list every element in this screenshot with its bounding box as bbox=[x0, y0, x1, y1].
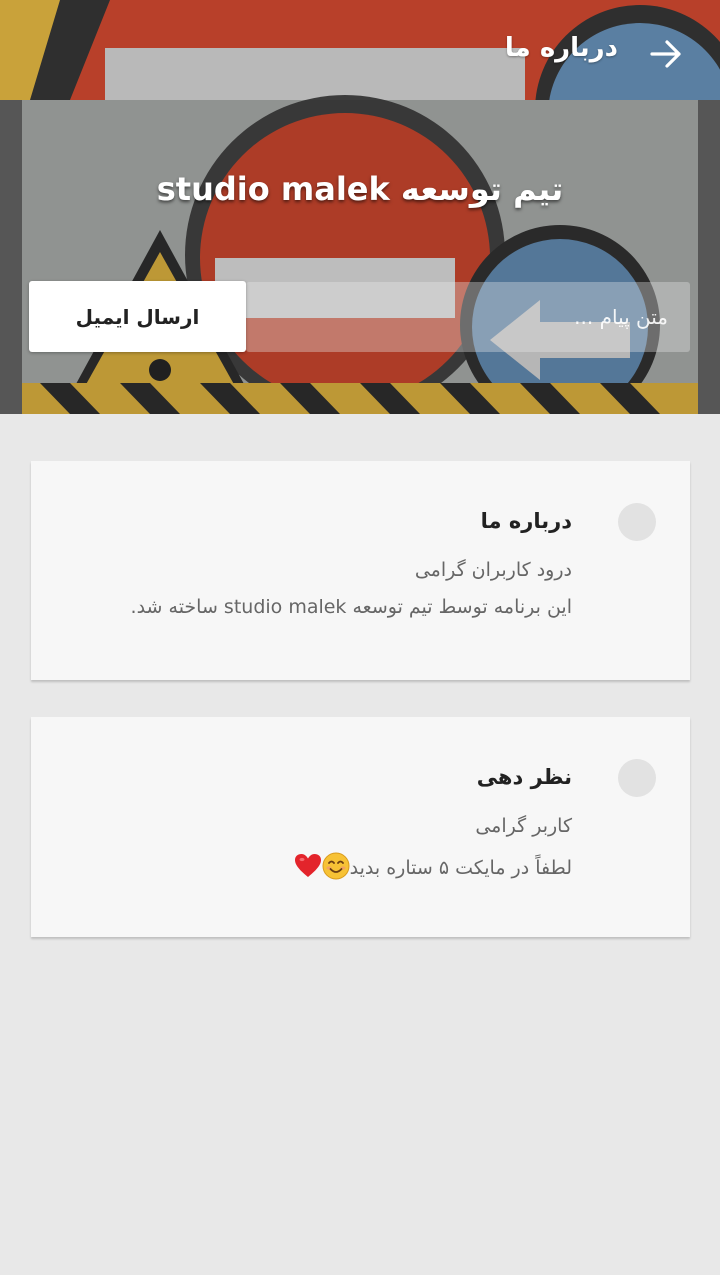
card-title: نظر دهی bbox=[476, 765, 572, 789]
card-indicator bbox=[618, 759, 656, 797]
red-heart-icon bbox=[294, 854, 321, 877]
about-card: درباره ما درود کاربران گرامی این برنامه … bbox=[31, 461, 690, 680]
rating-request-text: لطفاً در مایکت ۵ ستاره بدید bbox=[349, 857, 572, 879]
team-title: تیم توسعه studio malek bbox=[156, 170, 564, 208]
page-title: درباره ما bbox=[504, 33, 618, 63]
app-bar: درباره ما bbox=[0, 0, 720, 100]
card-title: درباره ما bbox=[480, 509, 572, 533]
card-indicator bbox=[618, 503, 656, 541]
back-button[interactable] bbox=[642, 30, 690, 78]
card-text-line: درود کاربران گرامی bbox=[414, 559, 572, 581]
card-text-line-with-emoji: لطفاً در مایکت ۵ ستاره بدید bbox=[294, 852, 572, 880]
card-text-line: کاربر گرامی bbox=[475, 815, 572, 837]
message-input[interactable] bbox=[246, 282, 690, 352]
rating-card: نظر دهی کاربر گرامی لطفاً در مایکت ۵ ستا… bbox=[31, 717, 690, 937]
smiling-face-icon bbox=[322, 852, 350, 880]
header-image: درباره ما تیم توسعه studio malek ارسال ا… bbox=[0, 0, 720, 414]
arrow-right-icon bbox=[650, 40, 681, 68]
send-email-button[interactable]: ارسال ایمیل bbox=[29, 281, 246, 352]
card-text-line: این برنامه توسط تیم توسعه studio malek س… bbox=[130, 596, 572, 618]
